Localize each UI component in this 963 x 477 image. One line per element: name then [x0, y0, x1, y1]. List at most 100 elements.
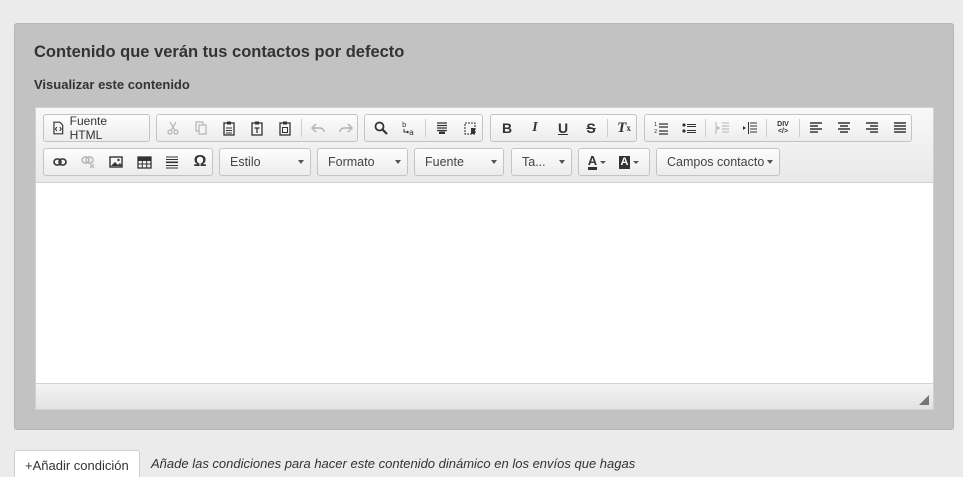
- find-group: ba: [364, 114, 483, 142]
- colors-group: A A: [578, 148, 650, 176]
- style-dropdown-label: Estilo: [230, 155, 261, 169]
- undo-button[interactable]: [304, 116, 332, 140]
- source-icon: [53, 121, 64, 135]
- select-all-icon: [437, 122, 447, 134]
- remove-format-button[interactable]: Tx: [610, 116, 638, 140]
- format-dropdown-label: Formato: [328, 155, 375, 169]
- font-dropdown[interactable]: Fuente: [414, 148, 504, 176]
- align-center-button[interactable]: [830, 116, 858, 140]
- table-button[interactable]: [130, 150, 158, 174]
- format-dropdown[interactable]: Formato: [317, 148, 408, 176]
- editor-content-area[interactable]: [36, 184, 933, 383]
- cut-button[interactable]: [159, 116, 187, 140]
- italic-button[interactable]: I: [521, 116, 549, 140]
- insert-group: Ω: [43, 148, 213, 176]
- text-color-button[interactable]: A: [581, 150, 613, 174]
- rich-text-editor: Fuente HTML b a B I U S T x 1 2 DIV </> …: [35, 107, 934, 410]
- link-button[interactable]: [46, 150, 74, 174]
- indent-icon: [743, 122, 757, 134]
- paste-word-button[interactable]: [271, 116, 299, 140]
- outdent-button[interactable]: [708, 116, 736, 140]
- background-color-icon: A: [618, 155, 631, 169]
- contact-fields-dropdown[interactable]: Campos contacto: [656, 148, 780, 176]
- image-icon: [109, 156, 123, 168]
- link-icon: [53, 158, 67, 166]
- div-code-icon: </>: [777, 128, 789, 135]
- align-justify-button[interactable]: [886, 116, 914, 140]
- align-center-icon: [838, 122, 850, 133]
- special-char-button[interactable]: Ω: [186, 150, 214, 174]
- style-dropdown[interactable]: Estilo: [219, 148, 311, 176]
- replace-button[interactable]: ba: [395, 116, 423, 140]
- outdent-icon: [715, 122, 729, 134]
- resize-handle-icon[interactable]: [919, 395, 929, 405]
- paste-text-icon: [251, 121, 263, 136]
- chevron-down-icon: [633, 160, 640, 164]
- add-condition-button[interactable]: +Añadir condición: [14, 450, 140, 477]
- default-content-panel: Contenido que verán tus contactos por de…: [14, 23, 954, 430]
- spellcheck-icon: [464, 122, 476, 135]
- search-icon: [374, 121, 388, 135]
- editor-toolbar: Fuente HTML b a B I U S T x 1 2 DIV </> …: [36, 108, 933, 183]
- create-div-button[interactable]: DIV </>: [769, 116, 797, 140]
- background-color-button[interactable]: A: [613, 150, 645, 174]
- strikethrough-button[interactable]: S: [577, 116, 605, 140]
- underline-button[interactable]: U: [549, 116, 577, 140]
- redo-button[interactable]: [332, 116, 360, 140]
- unlink-button[interactable]: [74, 150, 102, 174]
- panel-title: Contenido que verán tus contactos por de…: [34, 43, 405, 61]
- numbered-list-icon: 12: [654, 122, 668, 135]
- bulleted-list-icon: [682, 123, 696, 134]
- remove-format-glyph: T: [617, 119, 627, 136]
- toolbar-separator: [301, 119, 302, 137]
- unlink-icon: [81, 156, 95, 168]
- toolbar-separator: [799, 119, 800, 137]
- paste-text-button[interactable]: [243, 116, 271, 140]
- table-icon: [136, 155, 152, 169]
- horizontal-rule-icon: [166, 156, 178, 169]
- bulleted-list-button[interactable]: [675, 116, 703, 140]
- paste-icon: [223, 121, 235, 136]
- paste-button[interactable]: [215, 116, 243, 140]
- basic-style-group: B I U S Tx: [490, 114, 637, 142]
- toolbar-separator: [766, 119, 767, 137]
- remove-format-x-icon: x: [626, 123, 631, 133]
- svg-text:b: b: [402, 121, 407, 129]
- editor-statusbar: [36, 383, 933, 409]
- align-right-button[interactable]: [858, 116, 886, 140]
- text-color-icon: A: [587, 152, 598, 170]
- chevron-down-icon: [395, 160, 401, 164]
- image-button[interactable]: [102, 150, 130, 174]
- source-html-button[interactable]: Fuente HTML: [46, 114, 147, 142]
- toolbar-separator: [425, 119, 426, 137]
- align-right-icon: [866, 122, 878, 133]
- indent-button[interactable]: [736, 116, 764, 140]
- chevron-down-icon: [600, 160, 607, 164]
- paragraph-group: 12 DIV </>: [644, 114, 912, 142]
- align-left-icon: [810, 122, 822, 133]
- copy-icon: [195, 121, 207, 135]
- font-dropdown-label: Fuente: [425, 155, 464, 169]
- toolbar-separator: [607, 119, 608, 137]
- chevron-down-icon: [767, 160, 773, 164]
- scissors-icon: [167, 121, 179, 135]
- spellcheck-button[interactable]: [456, 116, 484, 140]
- align-justify-icon: [894, 122, 906, 133]
- align-left-button[interactable]: [802, 116, 830, 140]
- copy-button[interactable]: [187, 116, 215, 140]
- svg-text:2: 2: [654, 129, 657, 135]
- div-label: DIV: [777, 121, 789, 128]
- chevron-down-icon: [559, 160, 565, 164]
- replace-icon: ba: [402, 121, 414, 136]
- find-button[interactable]: [367, 116, 395, 140]
- contact-fields-label: Campos contacto: [667, 155, 765, 169]
- bold-button[interactable]: B: [493, 116, 521, 140]
- horizontal-rule-button[interactable]: [158, 150, 186, 174]
- select-all-button[interactable]: [428, 116, 456, 140]
- numbered-list-button[interactable]: 12: [647, 116, 675, 140]
- toolbar-separator: [705, 119, 706, 137]
- undo-icon: [311, 123, 325, 133]
- panel-subtitle: Visualizar este contenido: [34, 77, 190, 92]
- font-size-dropdown[interactable]: Ta...: [511, 148, 572, 176]
- font-size-dropdown-label: Ta...: [522, 155, 546, 169]
